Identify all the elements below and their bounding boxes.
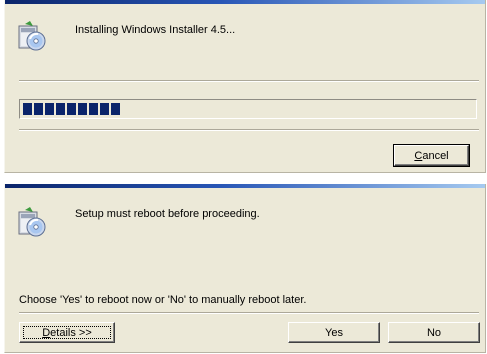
divider (19, 80, 479, 82)
details-button[interactable]: Details >> (19, 322, 115, 343)
installing-dialog: Installing Windows Installer 4.5... Canc… (4, 0, 486, 173)
focus-ring (23, 326, 111, 339)
divider (19, 312, 479, 314)
progress-fill (23, 103, 122, 115)
title-bar-strip (5, 0, 485, 4)
divider (19, 129, 479, 131)
cancel-label: ancel (422, 149, 449, 162)
no-button[interactable]: No (388, 322, 480, 343)
yes-button[interactable]: Yes (288, 322, 380, 343)
reboot-dialog: Setup must reboot before proceeding. Cho… (4, 184, 486, 353)
no-label: No (426, 326, 442, 339)
cancel-button[interactable]: Cancel (393, 144, 470, 167)
cancel-mnemonic: C (414, 149, 423, 162)
yes-label: Yes (325, 326, 343, 339)
installing-message: Installing Windows Installer 4.5... (75, 24, 236, 36)
title-bar-strip (5, 184, 485, 188)
reboot-prompt: Choose 'Yes' to reboot now or 'No' to ma… (19, 294, 307, 306)
installer-cd-icon (18, 21, 46, 51)
progress-bar (19, 99, 477, 119)
installer-cd-icon (18, 207, 46, 237)
reboot-message: Setup must reboot before proceeding. (75, 208, 260, 220)
